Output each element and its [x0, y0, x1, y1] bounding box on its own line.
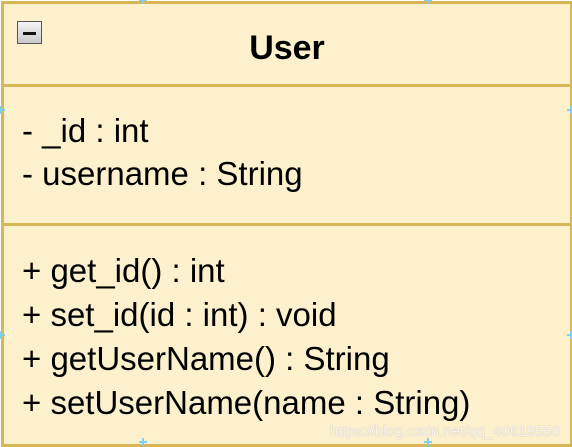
operation-get-user-name[interactable]: + getUserName() : String	[22, 337, 562, 381]
resize-handle-top-left[interactable]	[139, 0, 147, 4]
operations-section: + get_id() : int + set_id(id : int) : vo…	[22, 249, 562, 425]
resize-handle-right-lower[interactable]	[567, 331, 572, 339]
attribute-username[interactable]: - username : String	[22, 152, 562, 195]
operation-get-id[interactable]: + get_id() : int	[22, 249, 562, 293]
class-header: User	[4, 4, 570, 84]
attribute-id[interactable]: - _id : int	[22, 109, 562, 152]
attributes-divider	[4, 84, 570, 87]
operation-set-user-name[interactable]: + setUserName(name : String)	[22, 381, 562, 425]
resize-handle-right-upper[interactable]	[567, 106, 572, 114]
operations-divider	[4, 223, 570, 226]
watermark: https://blog.csdn.net/qq_40619550	[330, 423, 560, 440]
attributes-section: - _id : int - username : String	[22, 109, 562, 195]
resize-handle-bottom-left[interactable]	[139, 438, 147, 446]
uml-class-user[interactable]: User - _id : int - username : String + g…	[1, 1, 572, 447]
resize-handle-left-upper[interactable]	[0, 106, 5, 114]
resize-handle-top-right[interactable]	[424, 0, 432, 4]
operation-set-id[interactable]: + set_id(id : int) : void	[22, 293, 562, 337]
class-name[interactable]: User	[4, 28, 570, 68]
resize-handle-left-lower[interactable]	[0, 331, 5, 339]
